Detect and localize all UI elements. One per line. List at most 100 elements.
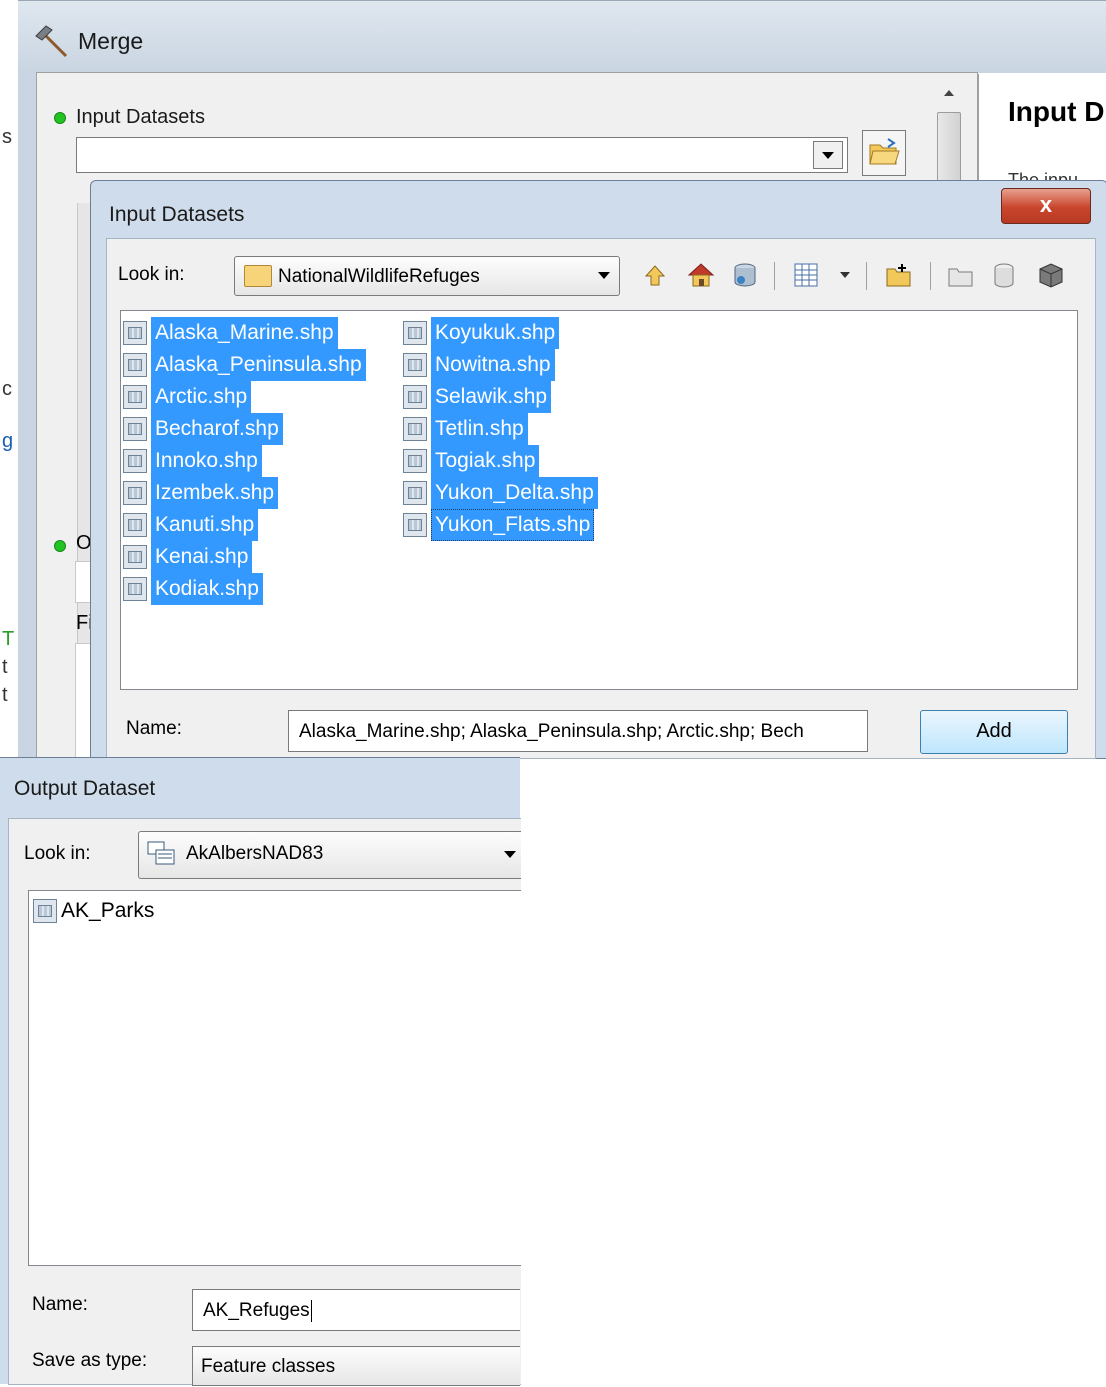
file-name: Izembek.shp — [151, 477, 279, 510]
merge-titlebar — [18, 0, 1106, 73]
view-menu-icon[interactable] — [792, 260, 822, 290]
shapefile-icon — [403, 481, 427, 506]
file-item[interactable]: AK_Parks — [33, 895, 154, 927]
file-name: Kodiak.shp — [151, 573, 263, 606]
file-name: Nowitna.shp — [431, 349, 555, 382]
file-item[interactable]: Becharof.shp — [123, 413, 366, 446]
file-name: Kenai.shp — [151, 541, 253, 574]
chevron-down-icon[interactable] — [598, 272, 610, 279]
new-folder-icon[interactable] — [884, 260, 914, 290]
save-as-type-label: Save as type: — [32, 1350, 148, 1371]
shapefile-icon — [123, 417, 147, 442]
required-dot-icon — [54, 540, 66, 552]
edge-char: g — [2, 430, 14, 452]
shapefile-icon — [123, 545, 147, 570]
file-item[interactable]: Kodiak.shp — [123, 573, 366, 606]
look-in-label: Look in: — [24, 843, 91, 864]
file-item[interactable]: Selawik.shp — [403, 381, 598, 414]
file-item[interactable]: Koyukuk.shp — [403, 317, 598, 350]
merge-frame — [18, 70, 38, 757]
save-as-type-select[interactable]: Feature classes — [192, 1346, 520, 1386]
file-name: Tetlin.shp — [431, 413, 528, 446]
chevron-down-icon[interactable] — [504, 851, 516, 858]
home-icon[interactable] — [686, 260, 716, 290]
shapefile-icon — [123, 513, 147, 538]
feature-class-icon — [33, 899, 57, 924]
add-button[interactable]: Add — [920, 710, 1068, 754]
shapefile-icon — [403, 513, 427, 538]
open-folder-icon — [869, 138, 900, 165]
file-name: AK_Parks — [61, 899, 155, 922]
file-column-1: Alaska_Marine.shp Alaska_Peninsula.shp A… — [123, 317, 366, 606]
shapefile-icon — [403, 353, 427, 378]
input-datasets-label: Input Datasets — [76, 106, 205, 128]
shapefile-icon — [403, 417, 427, 442]
file-item[interactable]: Yukon_Flats.shp — [403, 509, 598, 542]
file-item[interactable]: Alaska_Marine.shp — [123, 317, 366, 350]
file-item[interactable]: Tetlin.shp — [403, 413, 598, 446]
file-item[interactable]: Nowitna.shp — [403, 349, 598, 382]
shapefile-icon — [403, 449, 427, 474]
name-label: Name: — [32, 1294, 88, 1315]
hammer-icon — [35, 25, 68, 58]
file-item[interactable]: Izembek.shp — [123, 477, 366, 510]
combo-dropdown-button[interactable] — [813, 141, 843, 169]
input-datasets-combo[interactable] — [76, 137, 848, 173]
edge-char: T — [2, 628, 15, 650]
dialog-title: Output Dataset — [14, 777, 156, 800]
folder-icon — [244, 265, 272, 287]
shapefile-icon — [123, 385, 147, 410]
help-title: Input D — [1008, 96, 1105, 127]
database-connect-icon[interactable] — [730, 260, 760, 290]
edge-char: t — [2, 684, 8, 706]
shapefile-icon — [123, 449, 147, 474]
file-list[interactable]: AK_Parks — [28, 890, 521, 1266]
edge-char: t — [2, 656, 8, 678]
edge-char: c — [2, 378, 12, 400]
new-folder-gray-icon[interactable] — [946, 260, 976, 290]
file-item[interactable]: Innoko.shp — [123, 445, 366, 478]
browse-button[interactable] — [862, 130, 906, 176]
up-one-level-icon[interactable] — [640, 260, 670, 290]
file-name: Togiak.shp — [431, 445, 540, 478]
shapefile-icon — [123, 353, 147, 378]
shapefile-icon — [403, 321, 427, 346]
scroll-up-icon[interactable] — [944, 90, 954, 96]
merge-title: Merge — [78, 28, 144, 54]
background-window-edge: s c g T t t — [0, 0, 18, 757]
file-name: Becharof.shp — [151, 413, 283, 446]
shapefile-icon — [123, 481, 147, 506]
toolbar-separator — [774, 262, 775, 290]
chevron-down-icon — [822, 152, 834, 159]
shapefile-icon — [123, 321, 147, 346]
file-name: Koyukuk.shp — [431, 317, 560, 350]
edge-char: s — [2, 126, 12, 148]
look-in-value: AkAlbersNAD83 — [186, 843, 324, 864]
output-name-input[interactable]: AK_Refuges — [192, 1289, 520, 1331]
file-name: Kanuti.shp — [151, 509, 259, 542]
toolbar-separator — [866, 262, 867, 290]
file-list[interactable]: Alaska_Marine.shp Alaska_Peninsula.shp A… — [120, 310, 1078, 690]
file-item[interactable]: Alaska_Peninsula.shp — [123, 349, 366, 382]
new-toolbox-icon[interactable] — [1036, 260, 1066, 290]
file-name: Selawik.shp — [431, 381, 552, 414]
shapefile-icon — [403, 385, 427, 410]
name-input[interactable]: Alaska_Marine.shp; Alaska_Peninsula.shp;… — [288, 710, 868, 752]
chevron-down-icon[interactable] — [840, 272, 850, 278]
file-name: Yukon_Flats.shp — [431, 509, 595, 542]
file-item[interactable]: Arctic.shp — [123, 381, 366, 414]
file-item[interactable]: Kanuti.shp — [123, 509, 366, 542]
file-item[interactable]: Kenai.shp — [123, 541, 366, 574]
dialog-title: Input Datasets — [109, 203, 245, 226]
file-item[interactable]: Yukon_Delta.shp — [403, 477, 598, 510]
file-name: Yukon_Delta.shp — [431, 477, 598, 510]
required-dot-icon — [54, 112, 66, 124]
new-table-icon[interactable] — [990, 260, 1020, 290]
file-name: Alaska_Peninsula.shp — [151, 349, 366, 382]
shapefile-icon — [123, 577, 147, 602]
file-name: Arctic.shp — [151, 381, 252, 414]
file-name: Innoko.shp — [151, 445, 262, 478]
output-name-value: AK_Refuges — [203, 1300, 310, 1321]
close-button[interactable]: x — [1001, 188, 1091, 224]
file-item[interactable]: Togiak.shp — [403, 445, 598, 478]
